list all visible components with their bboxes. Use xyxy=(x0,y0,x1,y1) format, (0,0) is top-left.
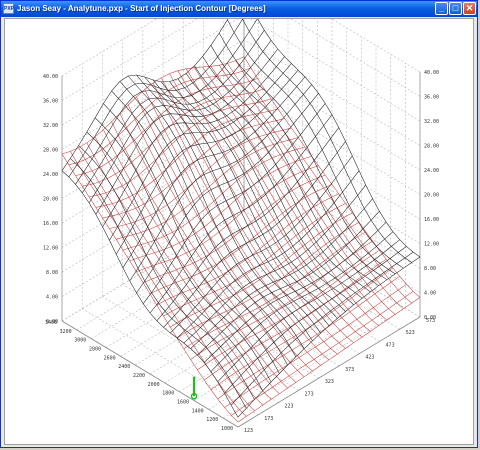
red-surface-line xyxy=(78,147,255,411)
z-tick-label-left: 28.00 xyxy=(43,148,58,154)
black-surface-line xyxy=(127,75,305,349)
left-axis-tick-label: 1000 xyxy=(221,426,233,432)
red-surface-line xyxy=(204,259,387,381)
left-axis-tick-label: 1400 xyxy=(192,408,204,414)
app-icon: PXP xyxy=(3,3,14,14)
z-tick-label-left: 32.00 xyxy=(43,123,58,129)
app-window: PXP Jason Seay - Analytune.pxp - Start o… xyxy=(0,0,478,448)
black-surface-line xyxy=(170,155,353,334)
wall-grid-line xyxy=(61,0,421,77)
z-tick-label-left: 40.00 xyxy=(43,74,58,80)
z-tick-label-right: 28.00 xyxy=(424,144,439,150)
left-axis-tick-label: 2200 xyxy=(133,373,145,379)
red-surface-line xyxy=(109,127,292,229)
red-surface-line xyxy=(183,231,366,350)
left-axis-tick-label: 3400 xyxy=(45,320,57,326)
right-axis-tick-label: 173 xyxy=(264,416,273,422)
plot-area[interactable]: 0.00 0.00 4.00 4.00 8.00 8.00 12.00 12.00 16.00 1… xyxy=(4,0,474,445)
z-tick-label-left: 24.00 xyxy=(43,172,58,178)
z-tick-label-right: 36.00 xyxy=(424,95,439,101)
left-axis-tick-label: 2800 xyxy=(89,347,101,353)
z-tick-label-right: 20.00 xyxy=(424,193,439,199)
floor-grid-line xyxy=(135,254,318,366)
black-surface-line xyxy=(185,73,363,299)
left-axis-tick-label: 2600 xyxy=(104,355,116,361)
z-tick-label-right: 4.00 xyxy=(424,291,436,297)
right-axis-tick-label: 423 xyxy=(365,355,374,361)
red-surface-line xyxy=(224,283,407,408)
maximize-button[interactable]: □ xyxy=(449,2,462,15)
black-surface-line xyxy=(218,32,396,275)
red-surface-line xyxy=(86,142,263,406)
left-axis-tick-label: 1200 xyxy=(206,417,218,423)
red-surface-line xyxy=(227,63,404,309)
window-title: Jason Seay - Analytune.pxp - Start of In… xyxy=(17,4,266,13)
left-axis-tick-label: 2000 xyxy=(148,382,160,388)
z-tick-label-left: 36.00 xyxy=(43,99,58,105)
left-axis-tick-label: 2400 xyxy=(118,364,130,370)
z-tick-label-left: 12.00 xyxy=(43,246,58,252)
surface-plot[interactable]: 0.000.004.004.008.008.0012.0012.0016.001… xyxy=(5,0,473,444)
left-axis-tick-label: 3000 xyxy=(74,338,86,344)
z-tick-label-right: 32.00 xyxy=(424,119,439,125)
black-surface-line xyxy=(122,76,306,268)
wall-grid-line xyxy=(61,0,421,101)
z-tick-label-left: 8.00 xyxy=(46,270,58,276)
minimize-button[interactable]: _ xyxy=(435,2,448,15)
z-tick-label-right: 24.00 xyxy=(424,168,439,174)
red-surface-line xyxy=(210,66,388,321)
right-axis-tick-label: 123 xyxy=(244,428,253,434)
right-axis-tick-label: 573 xyxy=(426,318,435,324)
black-surface-line xyxy=(75,18,258,185)
black-surface-line xyxy=(61,0,240,171)
left-axis-tick-label: 1600 xyxy=(177,400,189,406)
z-tick-label-left: 4.00 xyxy=(46,295,58,301)
z-tick-label-right: 16.00 xyxy=(424,217,439,223)
left-axis-tick-label: 3200 xyxy=(60,329,72,335)
black-surface-line xyxy=(103,103,280,374)
right-axis-tick-label: 323 xyxy=(325,379,334,385)
floor-grid-line xyxy=(76,219,259,331)
z-tick-label-left: 16.00 xyxy=(43,221,58,227)
left-axis-tick-label: 1800 xyxy=(162,391,174,397)
z-tick-label-left: 20.00 xyxy=(43,197,58,203)
black-surface-line xyxy=(210,45,388,280)
floor-grid-line xyxy=(208,299,391,410)
close-button[interactable]: ✕ xyxy=(463,2,476,15)
wall-grid-line xyxy=(61,161,421,273)
right-axis-tick-label: 223 xyxy=(284,404,293,410)
right-axis-tick-label: 473 xyxy=(386,342,395,348)
wall-grid-line xyxy=(61,14,421,126)
wall-grid-line xyxy=(61,63,421,175)
black-surface-line xyxy=(115,69,299,255)
right-axis-tick-label: 523 xyxy=(406,330,415,336)
z-tick-label-right: 8.00 xyxy=(424,266,436,272)
title-bar[interactable]: PXP Jason Seay - Analytune.pxp - Start o… xyxy=(1,1,477,17)
right-axis-tick-label: 273 xyxy=(305,391,314,397)
z-tick-label-right: 40.00 xyxy=(424,70,439,76)
z-tick-label-right: 12.00 xyxy=(424,242,439,248)
right-axis-tick-label: 373 xyxy=(345,367,354,373)
